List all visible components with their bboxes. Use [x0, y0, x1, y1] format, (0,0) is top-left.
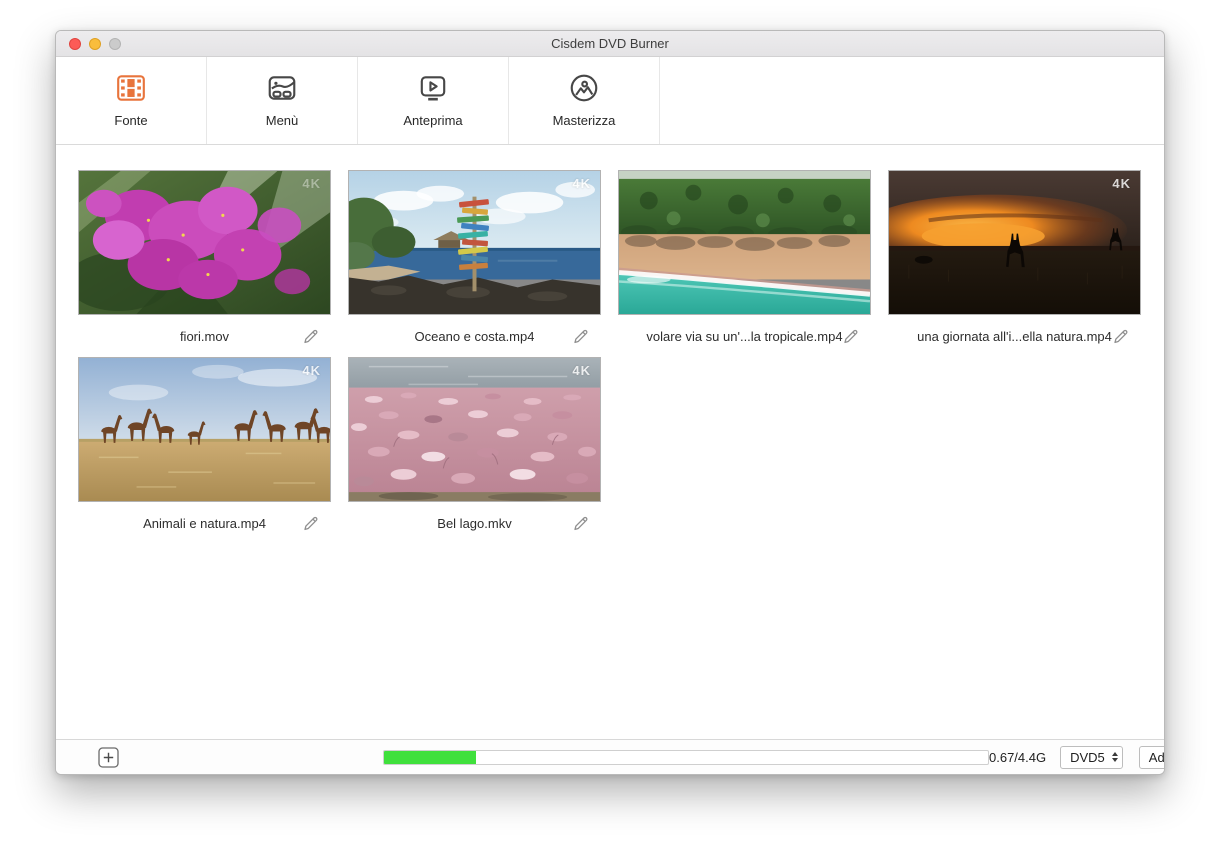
close-button[interactable]	[69, 38, 81, 50]
fit-mode-value: Adatta al disco	[1149, 750, 1165, 765]
video-filename: Animali e natura.mp4	[143, 516, 266, 531]
bottom-bar: 0.67/4.4G DVD5 Adatta al disco	[56, 739, 1164, 774]
thumbnail-art-tropical-beach	[619, 171, 870, 314]
stepper-arrows-icon	[1112, 752, 1118, 762]
video-thumbnail[interactable]: 4K	[78, 170, 331, 315]
edit-pencil-icon[interactable]	[300, 326, 320, 346]
toolbar: Fonte Menù Antep	[56, 57, 1164, 145]
thumbnail-art-flowers	[79, 171, 330, 314]
tab-label: Fonte	[114, 113, 147, 128]
progress-fill	[384, 751, 476, 764]
plus-icon	[98, 747, 119, 768]
video-card: 4K Bel lago.mkv	[348, 357, 601, 544]
tab-fonte[interactable]: Fonte	[56, 57, 207, 144]
4k-badge: 4K	[302, 363, 321, 378]
app-window: Cisdem DVD Burner Fonte	[55, 30, 1165, 775]
capacity-progress-bar	[383, 750, 989, 765]
burn-disc-icon	[568, 72, 600, 104]
add-video-button[interactable]	[98, 747, 119, 768]
4k-badge: 4K	[572, 363, 591, 378]
4k-badge: 4K	[1112, 176, 1131, 191]
thumbnail-art-flamingos	[349, 358, 600, 501]
tab-label: Anteprima	[403, 113, 462, 128]
video-thumbnail[interactable]: 4K	[888, 170, 1141, 315]
tab-masterizza[interactable]: Masterizza	[509, 57, 660, 144]
tab-label: Masterizza	[553, 113, 616, 128]
video-thumbnail[interactable]	[618, 170, 871, 315]
thumbnail-art-ocean-signpost	[349, 171, 600, 314]
menu-template-icon	[266, 72, 298, 104]
thumbnail-art-sunset-antelope	[889, 171, 1140, 314]
disc-type-select[interactable]: DVD5	[1060, 746, 1123, 769]
video-card: 4K Oceano e costa.mp4	[348, 170, 601, 357]
traffic-lights	[69, 31, 121, 56]
tab-menu[interactable]: Menù	[207, 57, 358, 144]
fullscreen-button[interactable]	[109, 38, 121, 50]
window-title: Cisdem DVD Burner	[551, 36, 669, 51]
video-filename: Bel lago.mkv	[437, 516, 511, 531]
edit-pencil-icon[interactable]	[300, 513, 320, 533]
titlebar: Cisdem DVD Burner	[56, 31, 1164, 57]
film-strip-icon	[115, 72, 147, 104]
preview-player-icon	[417, 72, 449, 104]
fit-mode-select[interactable]: Adatta al disco	[1139, 746, 1165, 769]
video-filename: volare via su un'...la tropicale.mp4	[646, 329, 842, 344]
4k-badge: 4K	[572, 176, 591, 191]
edit-pencil-icon[interactable]	[1110, 326, 1130, 346]
desktop: Cisdem DVD Burner Fonte	[0, 0, 1220, 854]
edit-pencil-icon[interactable]	[840, 326, 860, 346]
tab-label: Menù	[266, 113, 299, 128]
video-card: 4K Animali e natura.mp4	[78, 357, 331, 544]
disc-type-value: DVD5	[1070, 750, 1105, 765]
thumbnail-art-giraffes	[79, 358, 330, 501]
tab-anteprima[interactable]: Anteprima	[358, 57, 509, 144]
video-filename: una giornata all'i...ella natura.mp4	[917, 329, 1112, 344]
video-thumbnail[interactable]: 4K	[78, 357, 331, 502]
4k-badge: 4K	[302, 176, 321, 191]
edit-pencil-icon[interactable]	[570, 513, 590, 533]
video-thumbnail[interactable]: 4K	[348, 357, 601, 502]
capacity-label: 0.67/4.4G	[989, 750, 1046, 765]
video-filename: Oceano e costa.mp4	[415, 329, 535, 344]
video-card: 4K fiori.mov	[78, 170, 331, 357]
video-filename: fiori.mov	[180, 329, 229, 344]
video-thumbnail[interactable]: 4K	[348, 170, 601, 315]
video-grid: 4K fiori.mov	[56, 145, 1164, 739]
video-card: volare via su un'...la tropicale.mp4	[618, 170, 871, 357]
minimize-button[interactable]	[89, 38, 101, 50]
edit-pencil-icon[interactable]	[570, 326, 590, 346]
video-card: 4K una giornata all'i...ella natura.mp4	[888, 170, 1141, 357]
